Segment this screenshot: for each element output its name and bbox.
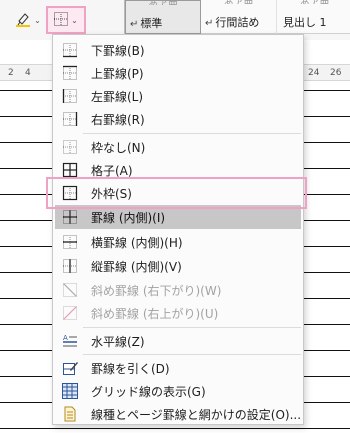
word-window: ⌄ ⌄ あア亜 ↵標準 あア亜 ↵行間詰め あア亜 [0,0,350,433]
chevron-down-icon: ⌄ [71,15,78,25]
style-heading-1[interactable]: あア亜 見出し 1 [277,0,350,34]
svg-text:A: A [63,334,68,342]
draw-table-icon [62,360,78,376]
borders-dropdown-button[interactable]: ⌄ [46,6,86,34]
borders-and-shading-icon [62,406,78,422]
style-no-spacing[interactable]: あア亜 ↵行間詰め [201,0,277,34]
horizontal-line-icon: A [62,333,78,349]
diagonal-up-border-icon [62,305,78,321]
menu-item-no-border[interactable]: 枠なし(N) [55,135,301,159]
menu-item-view-gridlines[interactable]: グリッド線の表示(G) [55,379,301,403]
no-border-icon [62,139,78,155]
ruler-number: 2 [8,68,14,78]
document-border-line [0,428,350,429]
inside-horizontal-border-icon [62,234,78,250]
menu-separator [83,133,301,134]
menu-item-draw-table[interactable]: 罫線を引く(D) [55,356,301,380]
menu-item-right-border[interactable]: 右罫線(R) [55,107,301,131]
chevron-down-icon: ⌄ [34,15,41,25]
left-border-icon [62,88,78,104]
menu-item-horizontal-line[interactable]: A 水平線(Z) [55,329,301,353]
menu-item-inside-vertical-border[interactable]: 縦罫線 (内側)(V) [55,254,301,278]
menu-item-diagonal-down-border[interactable]: 斜め罫線 (右下がり)(W) [55,278,301,302]
menu-separator [83,327,301,328]
diagonal-down-border-icon [62,282,78,298]
ruler-number: 26 [330,68,342,78]
styles-gallery: あア亜 ↵標準 あア亜 ↵行間詰め あア亜 見出し 1 [124,0,350,34]
menu-item-top-border[interactable]: 上罫線(P) [55,61,301,85]
view-gridlines-icon [62,383,78,399]
selection-highlight-frame [46,177,307,209]
menu-item-diagonal-up-border[interactable]: 斜め罫線 (右上がり)(U) [55,301,301,325]
highlight-button[interactable]: ⌄ [13,6,43,34]
top-border-icon [62,65,78,81]
style-standard[interactable]: あア亜 ↵標準 [125,0,201,34]
menu-item-left-border[interactable]: 左罫線(L) [55,84,301,108]
inside-borders-icon [62,209,78,225]
bottom-border-icon [62,42,78,58]
borders-dropdown-menu: 下罫線(B) 上罫線(P) 左罫線(L) 右罫線(R) 枠なし(N) 格子(A)… [52,34,304,425]
all-borders-icon [62,162,78,178]
ruler-number: 4 [25,68,31,78]
right-border-icon [62,111,78,127]
menu-item-bottom-border[interactable]: 下罫線(B) [55,38,301,62]
highlighter-icon [15,11,31,30]
menu-separator [83,354,301,355]
menu-item-inside-horizontal-border[interactable]: 横罫線 (内側)(H) [55,230,301,254]
borders-icon [54,11,69,29]
ruler-number: 24 [308,68,320,78]
inside-vertical-border-icon [62,258,78,274]
menu-item-borders-and-shading[interactable]: 線種とページ罫線と網かけの設定(O)... [55,402,301,426]
